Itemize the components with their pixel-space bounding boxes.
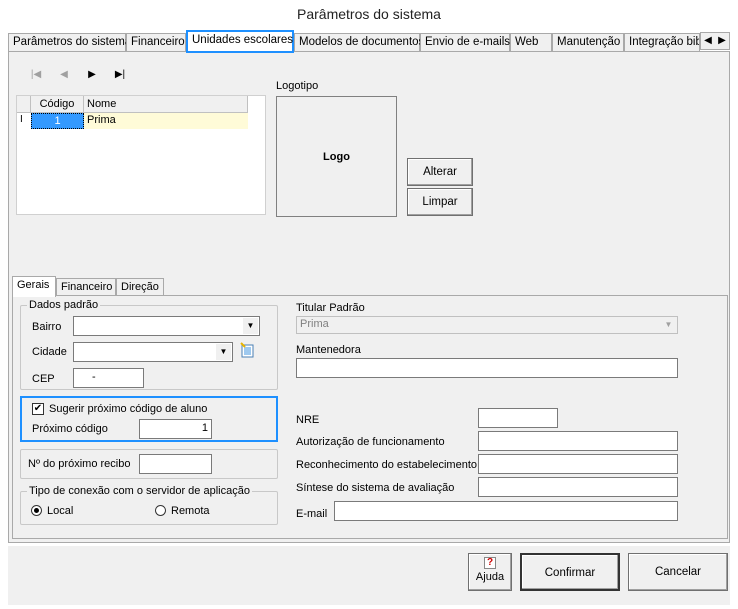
mantenedora-input[interactable] — [296, 358, 678, 378]
tab-unidades-escolares[interactable]: Unidades escolares — [186, 30, 294, 53]
titular-value: Prima — [300, 318, 329, 330]
reconhecimento-label: Reconhecimento do estabelecimento — [296, 459, 478, 471]
recibo-label: Nº do próximo recibo — [28, 458, 131, 470]
titular-label: Titular Padrão — [296, 302, 365, 314]
prior-record-icon[interactable]: ◀ — [50, 69, 78, 80]
sintese-label: Síntese do sistema de avaliação — [296, 482, 455, 494]
help-button[interactable]: ? Ajuda — [468, 553, 512, 591]
grid-indicator-header — [17, 96, 31, 113]
subtab-direcao[interactable]: Direção — [116, 278, 164, 296]
tab-parametros[interactable]: Parâmetros do sistema — [8, 33, 131, 52]
sugerir-label: Sugerir próximo código de aluno — [49, 403, 208, 415]
table-row[interactable]: I 1 Prima — [17, 113, 248, 129]
remota-radio[interactable] — [155, 505, 166, 516]
cidade-label: Cidade — [32, 346, 67, 358]
help-icon: ? — [484, 557, 496, 569]
cep-label: CEP — [32, 373, 55, 385]
email-label: E-mail — [296, 508, 328, 520]
limpar-button[interactable]: Limpar — [407, 188, 473, 216]
grid-col-nome[interactable]: Nome — [84, 96, 248, 113]
confirm-button[interactable]: Confirmar — [520, 553, 620, 591]
scroll-left-icon[interactable]: ◀ — [701, 33, 715, 49]
cell-nome[interactable]: Prima — [84, 113, 248, 129]
bairro-label: Bairro — [32, 321, 62, 333]
record-navigator: |◀ ◀ ▶ ▶| — [22, 68, 134, 84]
first-record-icon[interactable]: |◀ — [22, 69, 50, 80]
main-tab-bar: Parâmetros do sistema Financeiro Unidade… — [8, 30, 730, 53]
chevron-down-icon[interactable]: ▼ — [243, 318, 258, 334]
help-label: Ajuda — [475, 571, 505, 583]
tab-scroll-buttons: ◀ ▶ — [700, 32, 730, 50]
autorizacao-input[interactable] — [478, 431, 678, 451]
chevron-down-icon: ▼ — [661, 318, 676, 332]
tab-modelos-documentos[interactable]: Modelos de documentos — [294, 33, 424, 52]
cidade-combo[interactable]: ▼ — [73, 342, 233, 362]
footer-bar — [8, 545, 730, 605]
tab-financeiro[interactable]: Financeiro — [126, 33, 186, 52]
cancel-button[interactable]: Cancelar — [628, 553, 728, 591]
logo-label: Logotipo — [276, 80, 319, 92]
logo-image: Logo — [276, 96, 397, 217]
tab-envio-emails[interactable]: Envio de e-mails — [420, 33, 510, 52]
nre-input[interactable] — [478, 408, 558, 428]
mantenedora-label: Mantenedora — [296, 344, 361, 356]
tab-web[interactable]: Web — [510, 33, 552, 52]
conexao-legend: Tipo de conexão com o servidor de aplica… — [27, 485, 252, 497]
autorizacao-label: Autorização de funcionamento — [296, 436, 445, 448]
email-input[interactable] — [334, 501, 678, 521]
titular-combo: Prima ▼ — [296, 316, 678, 334]
alterar-button[interactable]: Alterar — [407, 158, 473, 186]
local-label: Local — [47, 505, 74, 517]
bairro-combo[interactable]: ▼ — [73, 316, 260, 336]
proximo-codigo-input[interactable]: 1 — [139, 419, 212, 439]
window-title: Parâmetros do sistema — [297, 6, 441, 22]
dados-padrao-legend: Dados padrão — [27, 299, 101, 311]
next-record-icon[interactable]: ▶ — [78, 69, 106, 80]
proximo-codigo-label: Próximo código — [32, 423, 108, 435]
cell-codigo[interactable]: 1 — [31, 113, 84, 129]
logo-placeholder: Logo — [323, 150, 350, 163]
new-document-icon[interactable] — [240, 342, 256, 358]
last-record-icon[interactable]: ▶| — [106, 69, 134, 80]
sintese-input[interactable] — [478, 477, 678, 497]
reconhecimento-input[interactable] — [478, 454, 678, 474]
row-indicator: I — [17, 113, 31, 129]
nre-label: NRE — [296, 414, 320, 426]
grid-col-codigo[interactable]: Código — [31, 96, 84, 113]
local-radio[interactable] — [31, 505, 42, 516]
chevron-down-icon[interactable]: ▼ — [216, 344, 231, 360]
subtab-gerais[interactable]: Gerais — [12, 276, 56, 297]
recibo-input[interactable] — [139, 454, 212, 474]
subtab-financeiro[interactable]: Financeiro — [56, 278, 116, 296]
grid-header: Código Nome — [17, 96, 248, 113]
units-grid[interactable]: Código Nome I 1 Prima — [16, 95, 266, 215]
tab-manutencao[interactable]: Manutenção — [552, 33, 624, 52]
scroll-right-icon[interactable]: ▶ — [715, 33, 729, 49]
sugerir-checkbox[interactable]: ✔ — [32, 403, 44, 415]
cep-input[interactable]: - — [73, 368, 144, 388]
remota-label: Remota — [171, 505, 210, 517]
tab-integracao[interactable]: Integração bib — [624, 33, 700, 52]
